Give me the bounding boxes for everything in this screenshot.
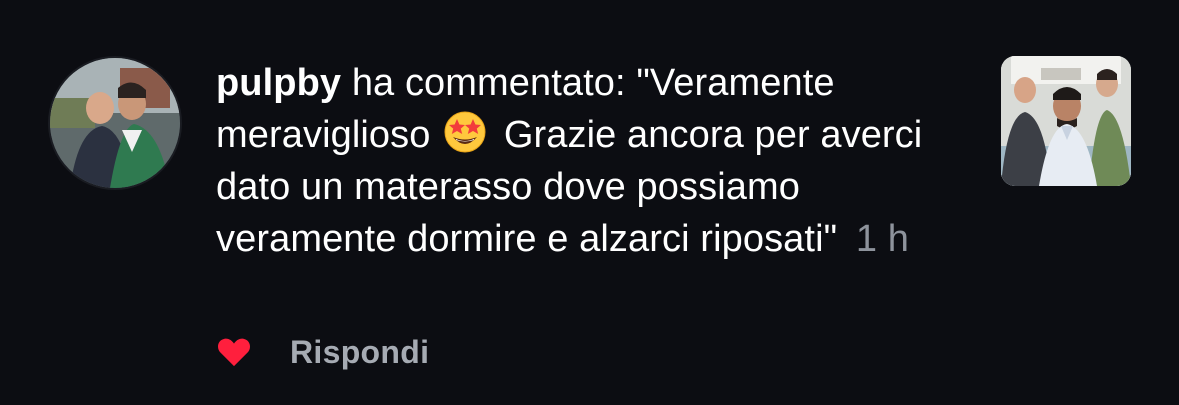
comment-actions: Rispondi	[216, 330, 429, 374]
post-thumbnail-photo	[1001, 56, 1131, 186]
avatar-photo	[50, 58, 180, 188]
reply-button[interactable]: Rispondi	[290, 334, 429, 371]
star-struck-emoji-icon	[443, 110, 487, 154]
comment-username[interactable]: pulpby	[216, 62, 341, 104]
heart-icon	[218, 338, 250, 367]
comment-text: pulpby ha commentato: "Veramente meravig…	[216, 57, 976, 265]
user-avatar[interactable]	[50, 58, 180, 188]
comment-timestamp: 1 h	[855, 218, 910, 260]
post-thumbnail[interactable]	[1001, 56, 1131, 186]
like-button[interactable]	[216, 334, 252, 370]
